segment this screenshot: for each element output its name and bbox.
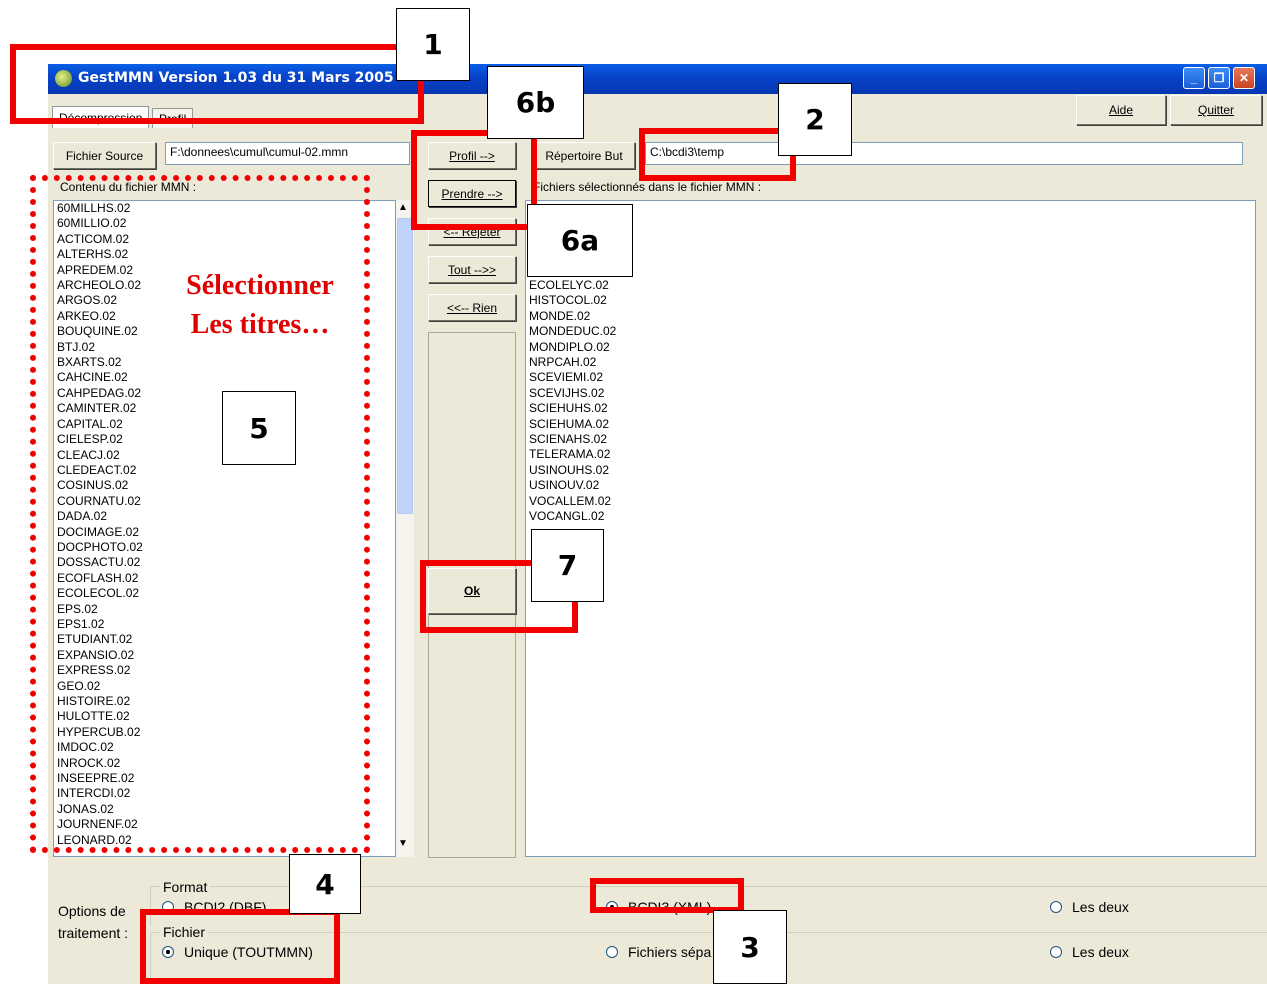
- help-label: Aide: [1108, 103, 1134, 117]
- annotation-select-line2: Les titres…: [190, 309, 330, 340]
- format-group-title: Format: [160, 879, 211, 895]
- target-dir-button[interactable]: Répertoire But: [533, 142, 635, 169]
- fichier-both-label: Les deux: [1072, 944, 1129, 960]
- right-list-label: Fichiers sélectionnés dans le fichier MM…: [533, 180, 762, 194]
- help-button[interactable]: Aide: [1076, 95, 1166, 125]
- maximize-icon[interactable]: ❐: [1208, 67, 1230, 89]
- source-file-field[interactable]: F:\donnees\cumul\cumul-02.mmn: [165, 142, 410, 165]
- list-item[interactable]: VOCANGL.02: [526, 509, 1255, 524]
- list-item[interactable]: MONDIPLO.02: [526, 340, 1255, 355]
- all-button-label: Tout -->>: [447, 262, 497, 277]
- quit-button[interactable]: Quitter: [1170, 95, 1262, 125]
- fichier-separes-radio[interactable]: [606, 946, 618, 958]
- list-item[interactable]: TELERAMA.02: [526, 447, 1255, 462]
- annotation-box-6: [411, 130, 537, 230]
- annotation-box-2: [639, 128, 796, 181]
- list-item[interactable]: SCEVIEMI.02: [526, 370, 1255, 385]
- selected-files-list[interactable]: ECOLELYC.02 HISTOCOL.02 MONDE.02 MONDEDUC.0…: [525, 200, 1256, 857]
- list-item[interactable]: NRPCAH.02: [526, 355, 1255, 370]
- scroll-up-icon[interactable]: ▲: [398, 202, 408, 213]
- fichier-separes-label: Fichiers sépa: [628, 944, 712, 960]
- annotation-select-line1: Sélectionner: [186, 270, 334, 301]
- list-item[interactable]: VOCALLEM.02: [526, 494, 1255, 509]
- annotation-number-7: 7: [531, 529, 604, 602]
- annotation-select-titles: Sélectionner Les titres…: [160, 266, 360, 344]
- options-label-1: Options de: [58, 903, 126, 919]
- annotation-number-3: 3: [713, 910, 787, 984]
- list-item[interactable]: HISTOCOL.02: [526, 293, 1255, 308]
- none-button[interactable]: <<-- Rien: [428, 294, 516, 321]
- options-label-2: traitement :: [58, 925, 129, 941]
- annotation-number-2: 2: [778, 83, 852, 156]
- list-item[interactable]: SCIEHUHS.02: [526, 401, 1255, 416]
- format-both-radio[interactable]: [1050, 901, 1062, 913]
- minimize-icon[interactable]: _: [1183, 67, 1205, 89]
- list-item[interactable]: SCIEHUMA.02: [526, 417, 1255, 432]
- list-item[interactable]: SCIENAHS.02: [526, 432, 1255, 447]
- annotation-box-3: [590, 878, 744, 913]
- annotation-number-4: 4: [289, 854, 361, 914]
- scroll-down-icon[interactable]: ▼: [398, 838, 408, 849]
- annotation-box-4: [140, 909, 340, 984]
- none-button-label: <<-- Rien: [446, 300, 498, 315]
- list-item[interactable]: USINOUHS.02: [526, 463, 1255, 478]
- annotation-box-1: [10, 44, 424, 124]
- annotation-number-6b: 6b: [487, 66, 584, 139]
- format-both-label: Les deux: [1072, 899, 1129, 915]
- annotation-number-1: 1: [396, 8, 470, 81]
- annotation-number-6a: 6a: [527, 204, 633, 277]
- list-item[interactable]: MONDE.02: [526, 309, 1255, 324]
- source-file-button[interactable]: Fichier Source: [53, 142, 156, 169]
- annotation-number-5: 5: [222, 391, 296, 465]
- quit-label: Quitter: [1197, 103, 1234, 117]
- list-item[interactable]: ECOLELYC.02: [526, 278, 1255, 293]
- fichier-both-radio[interactable]: [1050, 946, 1062, 958]
- all-button[interactable]: Tout -->>: [428, 256, 516, 283]
- list-item[interactable]: SCEVIJHS.02: [526, 386, 1255, 401]
- list-item[interactable]: MONDEDUC.02: [526, 324, 1255, 339]
- list-item[interactable]: USINOUV.02: [526, 478, 1255, 493]
- close-icon[interactable]: ✕: [1233, 67, 1255, 89]
- left-scroll-thumb[interactable]: [397, 218, 413, 514]
